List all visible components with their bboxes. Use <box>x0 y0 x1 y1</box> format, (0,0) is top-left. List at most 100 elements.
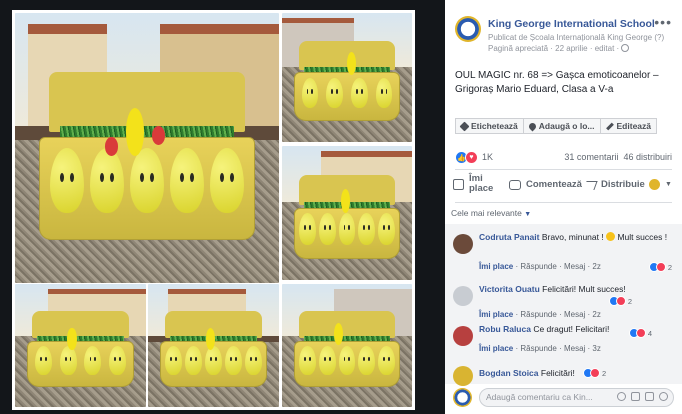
edit-button[interactable]: Editează <box>600 118 658 134</box>
commenter-name[interactable]: Bogdan Stoica <box>479 368 539 378</box>
comment-item: Robu Raluca Ce dragut! Felicitari! 4 Îmi… <box>453 324 674 360</box>
photo-collage[interactable] <box>12 10 415 410</box>
thumbs-up-icon <box>453 178 464 190</box>
photo-2[interactable] <box>282 13 412 142</box>
avatar[interactable] <box>453 326 473 346</box>
post-as-selector[interactable]: ▼ <box>649 179 672 190</box>
chevron-down-icon: ▼ <box>524 211 532 218</box>
share-icon <box>583 180 598 190</box>
sort-label: Cele mai relevante <box>451 208 522 218</box>
comment-time[interactable]: 2z <box>592 262 600 271</box>
comment-reaction-count: 2 <box>627 296 632 306</box>
composer-icons <box>617 392 668 401</box>
comment-like-link[interactable]: Îmi place <box>479 262 513 271</box>
comment-reply-link[interactable]: Răspunde <box>520 310 556 319</box>
post-actions: Îmi place Comentează Distribuie ▼ <box>453 174 674 200</box>
comment-button-label: Comentează <box>526 179 582 190</box>
comment-item: Bogdan Stoica Felicitări! 2 <box>453 364 674 386</box>
globe-icon <box>621 44 630 52</box>
comment-body: Codruta Panait Bravo, minunat ! Mult suc… <box>479 232 674 243</box>
comment-reactions[interactable]: 2 <box>608 296 632 306</box>
comment-text-cont: Mult succes ! <box>617 232 668 242</box>
avatar[interactable] <box>453 234 473 254</box>
divider <box>455 169 672 170</box>
comment-item: Victorita Ouatu Felicitări! Mult succes!… <box>453 284 674 320</box>
share-button-label: Distribuie <box>601 179 645 190</box>
comment-reactions[interactable]: 2 <box>583 368 606 378</box>
like-button-label: Îmi place <box>469 173 494 194</box>
commenter-name[interactable]: Robu Raluca <box>479 324 531 334</box>
comment-item: Codruta Panait Bravo, minunat ! Mult suc… <box>453 232 674 278</box>
comment-button[interactable]: Comentează <box>509 180 582 190</box>
comment-sort-dropdown[interactable]: Cele mai relevante ▼ <box>451 208 531 218</box>
sticker-icon[interactable] <box>659 392 668 401</box>
comment-reactions[interactable]: 4 <box>628 328 652 338</box>
avatar[interactable] <box>453 366 473 386</box>
love-reaction-icon: ♥ <box>465 151 478 164</box>
post-header: King George International School ••• Pub… <box>455 14 674 60</box>
published-by: Publicat de Școala Internațională King G… <box>488 33 665 42</box>
photo-6[interactable] <box>282 284 412 407</box>
divider <box>455 202 672 203</box>
photo-5[interactable] <box>148 284 279 407</box>
reactions-bar: 👍 ♥ 1K 31 comentarii 46 distribuiri <box>455 151 672 165</box>
post-panel: King George International School ••• Pub… <box>445 0 682 414</box>
share-button[interactable]: Distribuie <box>583 179 645 190</box>
comment-reaction-count: 4 <box>647 328 652 338</box>
comment-composer: Adaugă comentariu ca Kin... <box>453 386 674 408</box>
photo-4[interactable] <box>15 284 146 407</box>
page-name-link[interactable]: King George International School <box>488 18 655 30</box>
post-text: OUL MAGIC nr. 68 => Gașca emoticoanelor … <box>455 70 659 95</box>
page-logo[interactable] <box>455 16 481 42</box>
comment-like-link[interactable]: Îmi place <box>479 344 513 353</box>
comment-reply-link[interactable]: Răspunde <box>520 262 556 271</box>
comment-body: Bogdan Stoica Felicitări! <box>479 368 674 379</box>
comments-count-link[interactable]: 31 comentarii <box>564 152 618 162</box>
edit-button-label: Editează <box>616 121 652 131</box>
comment-reaction-count: 2 <box>602 368 607 378</box>
comment-icon <box>509 180 521 190</box>
gif-icon[interactable] <box>645 392 654 401</box>
comment-message-link[interactable]: Mesaj <box>564 310 585 319</box>
like-button[interactable]: Îmi place <box>453 174 499 194</box>
more-options-icon[interactable]: ••• <box>654 14 672 30</box>
comment-message-link[interactable]: Mesaj <box>564 262 585 271</box>
comment-reply-link[interactable]: Răspunde <box>520 344 556 353</box>
comment-time[interactable]: 3z <box>592 344 600 353</box>
comment-reaction-count: 2 <box>667 262 672 272</box>
smile-emoji-icon <box>606 232 616 241</box>
comment-meta: Îmi place · Răspunde · Mesaj · 2z <box>479 310 601 319</box>
comment-meta: Îmi place · Răspunde · Mesaj · 3z <box>479 344 601 353</box>
love-reaction-icon <box>655 262 666 272</box>
tag-button[interactable]: Etichetează <box>455 118 524 134</box>
tag-icon <box>459 121 470 131</box>
reaction-count[interactable]: 1K <box>482 152 493 162</box>
reaction-icons[interactable]: 👍 ♥ <box>455 151 478 164</box>
camera-icon[interactable] <box>631 392 640 401</box>
comments-list: Codruta Panait Bravo, minunat ! Mult suc… <box>445 224 682 386</box>
comment-reactions[interactable]: 2 <box>648 262 672 272</box>
photo-main[interactable] <box>15 13 279 283</box>
comment-time[interactable]: 2z <box>592 310 600 319</box>
comment-meta: Îmi place · Răspunde · Mesaj · 2z <box>479 262 601 271</box>
shares-count-link[interactable]: 46 distribuiri <box>623 152 672 162</box>
avatar[interactable] <box>453 286 473 306</box>
add-location-button[interactable]: Adaugă o lo... <box>523 118 601 134</box>
commenter-name[interactable]: Victorita Ouatu <box>479 284 540 294</box>
comment-text: Felicitări! <box>540 368 575 378</box>
comment-text: Felicitări! Mult succes! <box>542 284 626 294</box>
comment-body: Victorita Ouatu Felicitări! Mult succes! <box>479 284 674 295</box>
comment-like-link[interactable]: Îmi place <box>479 310 513 319</box>
love-reaction-icon <box>615 296 626 306</box>
comment-share-counts: 31 comentarii 46 distribuiri <box>564 152 672 162</box>
photo-3[interactable] <box>282 146 412 280</box>
post-meta-text: Pagină apreciată · 22 aprilie · editat · <box>488 44 620 53</box>
tag-button-label: Etichetează <box>471 121 518 131</box>
post-meta: Pagină apreciată · 22 aprilie · editat · <box>488 44 630 53</box>
commenter-name[interactable]: Codruta Panait <box>479 232 539 242</box>
comment-message-link[interactable]: Mesaj <box>564 344 585 353</box>
photo-viewer <box>0 0 445 414</box>
emoji-icon[interactable] <box>617 392 626 401</box>
pencil-icon <box>605 122 614 130</box>
page-avatar <box>453 388 472 407</box>
